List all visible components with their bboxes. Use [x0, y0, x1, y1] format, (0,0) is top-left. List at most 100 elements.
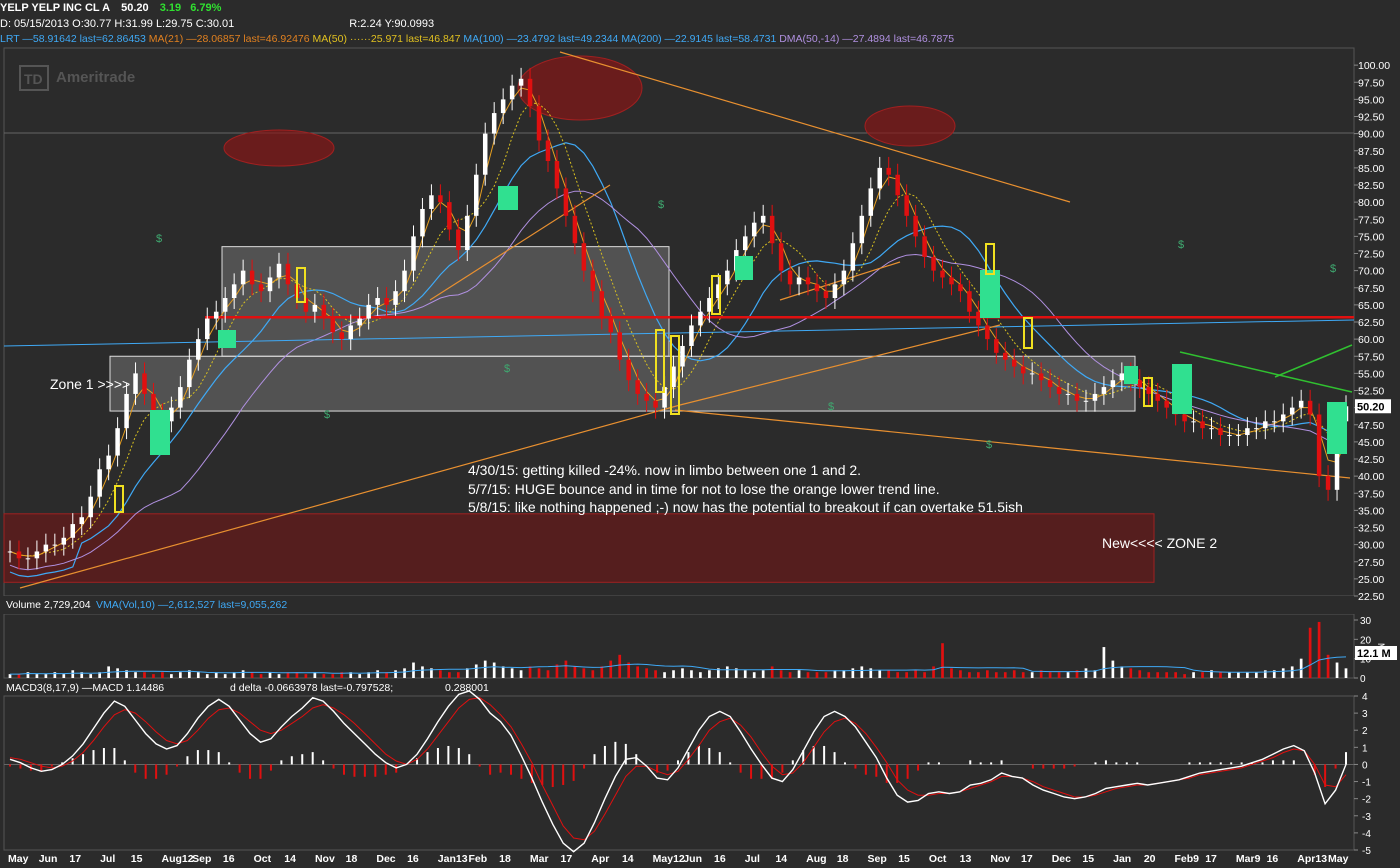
candle-body	[554, 161, 560, 189]
x-axis-label: May12	[653, 853, 685, 865]
price-tick-label: 35.00	[1358, 505, 1384, 517]
price-tick-label: 52.50	[1358, 386, 1384, 398]
candle-body	[949, 277, 954, 285]
macd-tick-label: -2	[1362, 795, 1371, 806]
volume-label: Volume 2,729,204	[6, 599, 91, 611]
candle-body	[25, 558, 31, 560]
candle-body	[1074, 393, 1080, 401]
price-tick-label: 62.50	[1358, 317, 1384, 329]
candle-body	[527, 78, 533, 107]
candle-body	[814, 284, 820, 292]
candle-body	[958, 284, 963, 292]
candle-body	[43, 544, 49, 552]
x-axis-label: 17	[69, 853, 81, 865]
price-tick-label: 27.50	[1358, 557, 1384, 569]
candle-body	[581, 243, 587, 271]
candle-body	[1307, 400, 1313, 415]
x-axis-label: Sep	[192, 853, 211, 865]
candle-body	[1182, 414, 1187, 422]
candle-body	[886, 167, 891, 175]
candle-body	[563, 188, 569, 216]
candle-body	[859, 215, 865, 244]
candle-body	[213, 311, 219, 319]
x-axis-label: Dec	[1052, 853, 1071, 865]
x-axis-label: Aug12	[161, 853, 193, 865]
macd-tick-label: 3	[1362, 709, 1368, 720]
candle-body	[1245, 428, 1250, 436]
x-axis-label: 15	[131, 853, 143, 865]
x-axis-label: 18	[499, 853, 511, 865]
x-axis-label: Apr13	[1297, 853, 1327, 865]
candle-body	[707, 298, 712, 312]
candle-body	[276, 263, 282, 278]
candle-body	[1101, 387, 1107, 394]
dollar-marker: $	[1330, 263, 1336, 275]
price-tick-label: 70.00	[1358, 266, 1384, 278]
dollar-marker: $	[324, 409, 330, 421]
price-tick-label: 90.00	[1358, 129, 1384, 141]
candle-body	[249, 270, 255, 285]
x-axis-label: Jan13	[438, 853, 468, 865]
volume-tick-label: 30	[1360, 616, 1372, 627]
macd-tick-label: -1	[1362, 778, 1371, 789]
x-axis-label: 14	[775, 853, 787, 865]
volume-tick-label: 20	[1360, 635, 1372, 646]
candle-body	[994, 339, 999, 353]
candle-body	[393, 291, 398, 305]
candle-body	[357, 318, 362, 326]
candle-body	[653, 400, 658, 408]
dollar-marker: $	[504, 363, 510, 375]
x-axis-label: 20	[1144, 853, 1156, 865]
candle-body	[725, 270, 730, 285]
x-axis-label: Jun	[683, 853, 702, 865]
candle-body	[267, 277, 273, 292]
x-axis-label: 17	[1021, 853, 1033, 865]
x-axis-label: Apr	[591, 853, 609, 865]
zone-1-annotation: Zone 1 >>>>	[50, 376, 130, 392]
candle-body	[1065, 393, 1071, 395]
candle-body	[339, 332, 345, 340]
x-axis-label: Jun	[39, 853, 58, 865]
price-tick-label: 72.50	[1358, 249, 1384, 261]
candle-body	[787, 270, 793, 285]
candle-body	[88, 496, 93, 518]
price-tick-label: 85.00	[1358, 163, 1384, 175]
candle-body	[348, 325, 353, 340]
x-axis-label: 16	[1267, 853, 1279, 865]
candle-body	[1038, 373, 1044, 381]
note-2015-05-08: 5/8/15: like nothing happened ;-) now ha…	[468, 499, 1023, 515]
price-chart-svg[interactable]: TD Ameritrade 22.50 25.00 27.50 30.00 32.50 35.…	[0, 0, 1400, 868]
zone-2-box	[3, 513, 1155, 583]
candle-body	[285, 263, 291, 285]
price-tick-label: 30.00	[1358, 540, 1384, 552]
x-axis-label: 17	[1205, 853, 1217, 865]
price-tick-label: 67.50	[1358, 283, 1384, 295]
candle-body	[1236, 435, 1241, 437]
candle-body	[52, 544, 58, 546]
candle-body	[1298, 400, 1304, 408]
dollar-marker: $	[828, 401, 834, 413]
candle-body	[1056, 387, 1062, 394]
candle-body	[500, 99, 506, 114]
x-axis-label: May	[1328, 853, 1349, 865]
price-tick-label: 55.00	[1358, 368, 1384, 380]
candle-body	[205, 318, 210, 340]
price-tick-label: 32.50	[1358, 523, 1384, 535]
dollar-marker: $	[1178, 239, 1184, 251]
price-tick-label: 100.00	[1358, 60, 1390, 72]
candle-body	[196, 339, 201, 360]
candle-body	[823, 291, 829, 299]
note-2015-05-07: 5/7/15: HUGE bounce and in time for not …	[468, 481, 940, 497]
price-tick-label: 42.50	[1358, 454, 1384, 466]
x-axis-label: 16	[714, 853, 726, 865]
candle-body	[841, 270, 847, 285]
candle-body	[518, 78, 524, 86]
macd-label: MACD3(8,17,9) —MACD 1.14486	[6, 682, 164, 694]
candle-body	[1289, 407, 1295, 415]
x-axis-label: Aug	[806, 853, 826, 865]
price-tick-label: 40.00	[1358, 471, 1384, 483]
macd-tick-label: 4	[1362, 692, 1368, 703]
candle-body	[689, 325, 694, 346]
candle-body	[474, 174, 479, 216]
x-axis-label: May	[8, 853, 29, 865]
